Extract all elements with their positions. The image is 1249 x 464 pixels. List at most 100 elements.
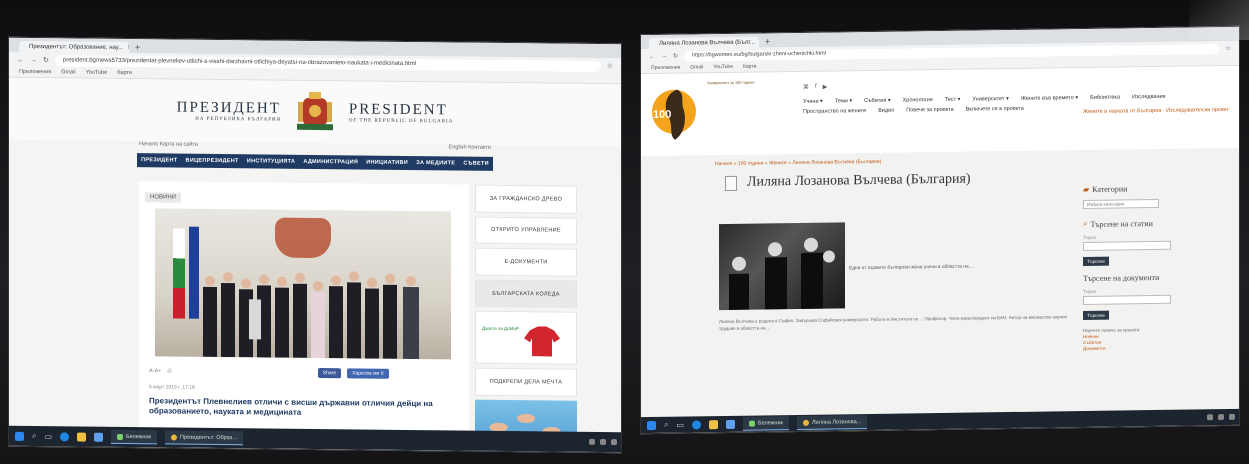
task-view-icon[interactable]: ▭ [676, 420, 684, 429]
store-icon[interactable] [726, 419, 736, 429]
sidebar-link[interactable]: Документи [1083, 344, 1223, 352]
nav-item[interactable]: ИНСТИТУЦИЯТА [247, 158, 295, 165]
forward-icon[interactable]: → [30, 57, 37, 64]
bookmark-item[interactable]: Приложения [19, 69, 51, 76]
youtube-icon[interactable]: ▶ [823, 84, 828, 91]
menu-item[interactable]: Повече за проекта [906, 107, 953, 114]
nav-item[interactable]: АДМИНИСТРАЦИЯ [303, 159, 358, 166]
utility-links-left[interactable]: Начало Карта на сайта [139, 141, 198, 154]
taskbar-app-label: Бележник [126, 433, 151, 440]
news-headline[interactable]: Президентът Плевнелиев отличи с висши дъ… [149, 396, 463, 419]
charity-banner[interactable]: Дарете за ДоМаР [475, 310, 577, 366]
taskbar-app[interactable]: Бележник [111, 429, 157, 445]
new-tab-icon[interactable]: + [765, 36, 770, 47]
docs-input[interactable] [1083, 294, 1171, 306]
like-button[interactable]: Харесва ми 0 [347, 368, 389, 379]
back-icon[interactable]: ← [17, 56, 24, 63]
new-tab-icon[interactable]: + [135, 42, 140, 53]
facebook-icon[interactable]: f [815, 84, 817, 91]
bookmark-item[interactable]: Карти [117, 70, 132, 77]
bookmark-item[interactable]: Gmail [690, 64, 703, 71]
browser-tab[interactable]: Лиляна Лозанова Вълчева (Бълг... ✕ [649, 36, 759, 50]
tray-icon[interactable] [1207, 414, 1213, 421]
search-icon[interactable]: ⌕ [32, 431, 36, 441]
star-icon[interactable]: ☆ [1226, 45, 1231, 52]
menu-item[interactable]: Университет ▾ [972, 96, 1008, 103]
search-icon: ⌕ [1083, 218, 1088, 229]
explorer-icon[interactable] [709, 419, 719, 429]
notepad-icon [117, 433, 124, 440]
star-icon[interactable]: ☆ [607, 62, 613, 70]
start-icon[interactable] [15, 431, 24, 441]
menu-item[interactable]: Пространство на жените [803, 108, 866, 115]
font-size-icon[interactable]: A-A+ [149, 368, 161, 374]
taskbar-app[interactable]: Президентът: Образ... [164, 430, 243, 446]
search-icon[interactable]: ⌕ [664, 420, 668, 430]
tray-icon[interactable] [589, 438, 595, 445]
windows-taskbar: ⌕ ▭ Бележник Лиляна Лозанова... [641, 408, 1240, 434]
menu-item[interactable]: Библиотека [1090, 94, 1120, 100]
share-button[interactable]: Share [317, 368, 342, 379]
search-input[interactable] [1083, 240, 1171, 252]
taskbar-app[interactable]: Бележник [743, 416, 789, 431]
menu-item[interactable]: Видео [878, 108, 894, 114]
tray-icon[interactable] [611, 439, 617, 446]
menu-item[interactable]: Включете се в проекта [966, 106, 1024, 113]
coat-of-arms-icon[interactable] [295, 90, 335, 134]
bookmark-item[interactable]: Приложения [651, 65, 680, 72]
sidebar-link[interactable]: ЗА ГРАЖДАНСКО ДРЕВО [475, 184, 577, 214]
docs-search-button[interactable]: Търсене [1083, 310, 1109, 321]
store-icon[interactable] [94, 432, 104, 442]
docs-label: Търси [1083, 288, 1096, 295]
taskbar-app[interactable]: Лиляна Лозанова... [796, 415, 868, 430]
news-section-label: НОВИНИ [145, 192, 181, 203]
forward-icon[interactable]: → [661, 53, 667, 59]
news-photo[interactable] [155, 208, 451, 360]
bookmark-item[interactable]: YouTube [86, 70, 108, 77]
taskbar-app-label: Лиляна Лозанова... [811, 418, 862, 426]
tray-icon[interactable] [600, 438, 606, 446]
nav-item[interactable]: ПРЕЗИДЕНТ [141, 157, 177, 163]
menu-item[interactable]: Хронология [903, 97, 933, 103]
logo-100-icon[interactable]: 100 [651, 77, 697, 148]
edge-icon[interactable] [692, 419, 702, 429]
menu-item[interactable]: Изследвания [1132, 94, 1166, 100]
menu-item[interactable]: Жените във времето ▾ [1021, 95, 1078, 102]
nav-item[interactable]: ИНИЦИАТИВИ [366, 160, 408, 166]
sidebar-link[interactable]: Е-ДОКУМЕНТИ [475, 247, 577, 277]
menu-item[interactable]: Събития ▾ [864, 98, 891, 104]
categories-heading: ▰ Категории [1083, 183, 1223, 194]
nav-item[interactable]: СЪВЕТИ [463, 161, 488, 167]
bookmark-item[interactable]: Gmail [61, 69, 75, 76]
sidebar-link[interactable]: ОТКРИТО УПРАВЛЕНИЕ [475, 216, 577, 245]
article-photo[interactable] [719, 222, 845, 311]
nav-item[interactable]: ВИЦЕПРЕЗИДЕНТ [186, 158, 239, 165]
bookmark-item[interactable]: Карти [743, 64, 756, 71]
back-icon[interactable]: ← [649, 53, 655, 59]
main-content: НОВИНИ A-A+ ⎙ Share Харесва ми 0 5 март … [139, 181, 577, 454]
menu-item[interactable]: Теми ▾ [835, 98, 852, 104]
bookmark-item[interactable]: YouTube [713, 64, 733, 71]
rss-icon[interactable]: ⌘ [803, 84, 809, 91]
categories-select[interactable]: Избери категория [1083, 198, 1159, 210]
edge-icon[interactable] [60, 431, 70, 441]
explorer-icon[interactable] [77, 432, 87, 442]
start-icon[interactable] [647, 420, 656, 430]
sidebar-link[interactable]: БЪЛГАРСКАТА КОЛЕДА [475, 279, 577, 309]
site-header: ПРЕЗИДЕНТ НА РЕПУБЛИКА БЪЛГАРИЯ PRESIDEN… [9, 77, 621, 147]
menu-item[interactable]: Тест ▾ [945, 97, 961, 103]
browser-tab[interactable]: Президентът: Образование, нау... ✕ [19, 40, 129, 54]
nav-item[interactable]: ЗА МЕДИИТЕ [416, 160, 455, 166]
reload-icon[interactable]: ↻ [673, 53, 678, 60]
tray-icon[interactable] [1218, 414, 1224, 421]
sidebar-link[interactable]: ПОДКРЕПИ ДЕЛА МЕЧТА [475, 368, 577, 397]
reload-icon[interactable]: ↻ [43, 56, 49, 64]
utility-links-right[interactable]: English Контакти [449, 144, 491, 156]
print-icon[interactable]: ⎙ [167, 368, 171, 375]
menu-item[interactable]: Учени ▾ [803, 99, 823, 105]
task-view-icon[interactable]: ▭ [44, 432, 52, 441]
people-in-photo [729, 237, 835, 310]
close-icon[interactable]: ✕ [127, 44, 129, 51]
tray-icon[interactable] [1229, 413, 1235, 420]
search-button[interactable]: Търсене [1083, 256, 1109, 267]
